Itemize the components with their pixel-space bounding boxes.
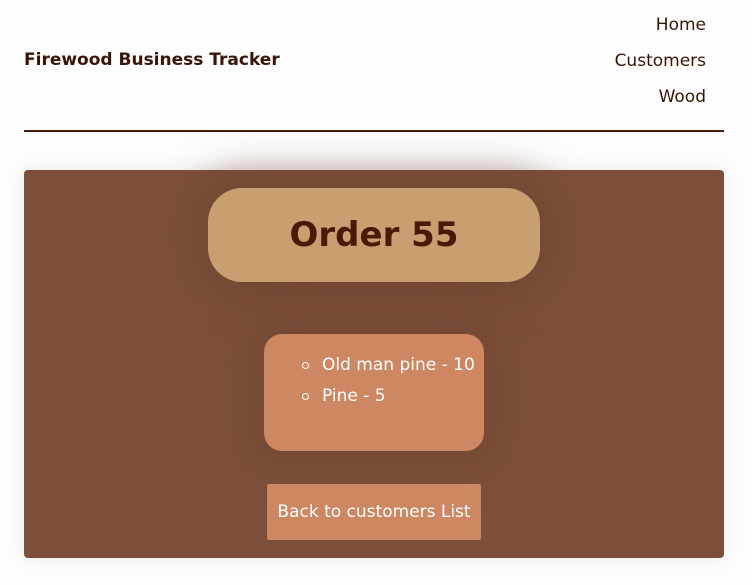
list-item-label: Old man pine - 10 bbox=[322, 355, 475, 375]
order-items-card: Old man pine - 10 Pine - 5 bbox=[264, 334, 484, 451]
circle-bullet-icon bbox=[302, 393, 309, 400]
order-panel: Order 55 Old man pine - 10 Pine - 5 Back… bbox=[24, 170, 724, 558]
order-title: Order 55 bbox=[289, 215, 459, 255]
main-nav: Home Customers Wood bbox=[615, 12, 706, 120]
list-item-label: Pine - 5 bbox=[322, 386, 386, 406]
circle-bullet-icon bbox=[302, 362, 309, 369]
nav-link-customers[interactable]: Customers bbox=[615, 48, 706, 84]
list-item: Old man pine - 10 bbox=[300, 352, 475, 383]
page: Firewood Business Tracker Home Customers… bbox=[0, 0, 752, 586]
order-title-card: Order 55 bbox=[208, 188, 540, 282]
list-item: Pine - 5 bbox=[300, 383, 475, 414]
nav-link-wood[interactable]: Wood bbox=[659, 84, 706, 120]
brand-title: Firewood Business Tracker bbox=[24, 50, 280, 70]
nav-link-home[interactable]: Home bbox=[656, 12, 706, 48]
site-header: Firewood Business Tracker Home Customers… bbox=[24, 0, 724, 132]
back-to-customers-button[interactable]: Back to customers List bbox=[267, 484, 481, 540]
order-items-list: Old man pine - 10 Pine - 5 bbox=[300, 352, 475, 414]
